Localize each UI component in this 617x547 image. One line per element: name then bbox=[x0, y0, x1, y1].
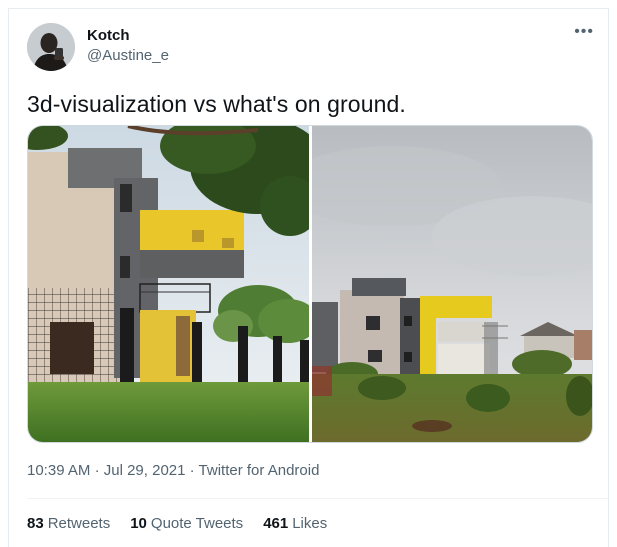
tweet-date[interactable]: Jul 29, 2021 bbox=[104, 462, 186, 479]
tweet-media[interactable] bbox=[27, 125, 593, 443]
likes-stat[interactable]: 461 Likes bbox=[263, 515, 327, 532]
tweet-source[interactable]: Twitter for Android bbox=[199, 462, 320, 479]
tweet-time[interactable]: 10:39 AM bbox=[27, 462, 90, 479]
quote-tweets-stat[interactable]: 10 Quote Tweets bbox=[130, 515, 243, 532]
media-image-photo[interactable] bbox=[312, 126, 592, 442]
retweets-count: 83 bbox=[27, 515, 44, 532]
more-options-icon[interactable]: ••• bbox=[574, 24, 594, 40]
likes-count: 461 bbox=[263, 515, 289, 532]
divider bbox=[27, 498, 608, 499]
meta-separator: · bbox=[94, 462, 100, 479]
tweet-stats: 83 Retweets 10 Quote Tweets 461 Likes bbox=[27, 515, 327, 532]
meta-separator: · bbox=[189, 462, 195, 479]
likes-label: Likes bbox=[292, 515, 328, 532]
tweet-meta: 10:39 AM · Jul 29, 2021 · Twitter for An… bbox=[27, 462, 319, 479]
retweets-stat[interactable]: 83 Retweets bbox=[27, 515, 110, 532]
avatar[interactable] bbox=[27, 23, 75, 71]
user-handle[interactable]: @Austine_e bbox=[87, 47, 169, 64]
media-image-render[interactable] bbox=[28, 126, 309, 442]
quotes-count: 10 bbox=[130, 515, 147, 532]
tweet-card: Kotch @Austine_e ••• 3d-visualization vs… bbox=[8, 8, 609, 547]
quotes-label: Quote Tweets bbox=[150, 515, 244, 532]
tweet-text: 3d-visualization vs what's on ground. bbox=[27, 91, 406, 117]
display-name[interactable]: Kotch bbox=[87, 27, 130, 44]
retweets-label: Retweets bbox=[47, 515, 111, 532]
